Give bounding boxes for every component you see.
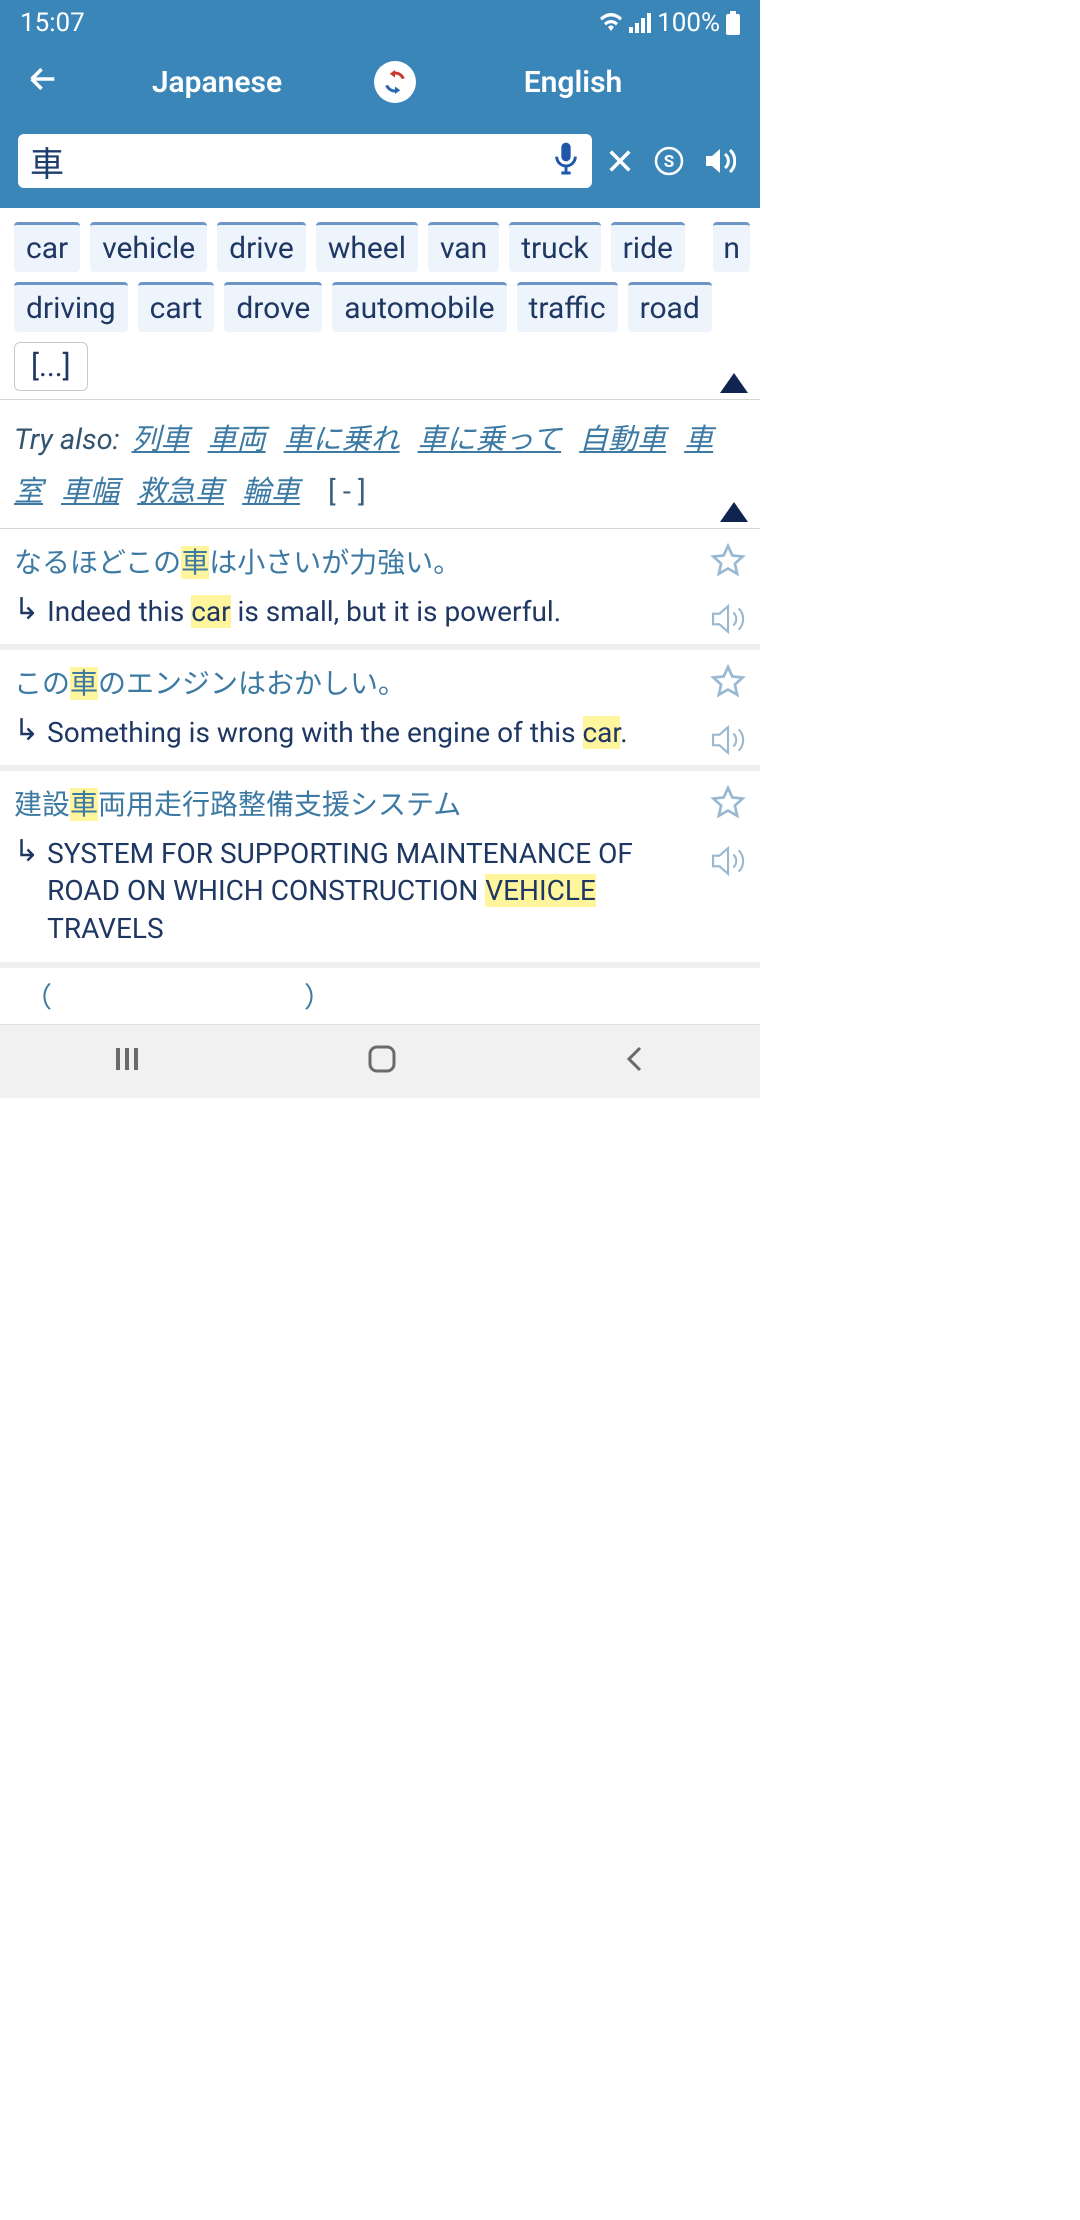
speaker-icon[interactable] [710,603,746,639]
example-row: なるほどこの車は小さいが力強い。 ↳Indeed this car is smal… [0,529,760,650]
search-input[interactable] [30,142,552,181]
try-also-collapse[interactable]: [ - ] [322,475,366,509]
swap-languages-button[interactable] [374,61,416,103]
translation-chip[interactable]: ride [611,222,685,272]
arrow-icon: ↳ [14,714,39,746]
example-japanese: この車のエンジンはおかしい。 [14,664,746,703]
star-icon[interactable] [710,785,746,825]
try-also-link[interactable]: 車幅 [61,475,119,509]
try-also-link[interactable]: 自動車 [579,423,666,457]
star-icon[interactable] [710,664,746,704]
example-japanese: 建設車両用走行路整備支援システム [14,785,746,824]
example-japanese: なるほどこの車は小さいが力強い。 [14,543,746,582]
translation-chip[interactable]: road [628,282,712,332]
status-right: 100% [599,8,740,38]
translation-chip[interactable]: vehicle [90,222,207,272]
try-also-label: Try also: [14,423,120,457]
translation-chip[interactable]: drive [217,222,306,272]
status-bar: 15:07 100% [0,0,760,46]
translation-chip[interactable]: cart [138,282,215,332]
translations-section: carvehicledrivewheelvantruckride drivingc… [0,208,760,400]
arrow-icon: ↳ [14,593,39,625]
speaker-icon[interactable] [710,845,746,881]
content-area: carvehicledrivewheelvantruckride drivingc… [0,208,760,1024]
more-chip[interactable]: [...] [14,342,88,391]
back-nav-button[interactable] [623,1045,647,1077]
example-english: SYSTEM FOR SUPPORTING MAINTENANCE OF ROA… [47,835,746,948]
examples-list: なるほどこの車は小さいが力強い。↳Indeed this car is smal… [0,529,760,968]
android-navbar [0,1024,760,1098]
translation-chip[interactable]: truck [509,222,600,272]
try-also-link[interactable]: 救急車 [137,475,224,509]
translation-chip[interactable]: car [14,222,80,272]
status-battery: 100% [657,8,720,38]
speaker-icon[interactable] [710,724,746,760]
translation-chip[interactable]: van [428,222,499,272]
clear-button[interactable] [606,147,634,175]
source-language[interactable]: Japanese [60,65,374,100]
s-badge-icon[interactable]: S [654,146,684,176]
speaker-icon[interactable] [704,146,736,176]
translation-chip[interactable]: drove [224,282,322,332]
home-button[interactable] [367,1044,397,1078]
app-header: Japanese English S [0,46,760,208]
search-box[interactable] [18,134,592,188]
microphone-icon[interactable] [552,141,580,181]
example-row: 建設車両用走行路整備支援システム ↳SYSTEM FOR SUPPORTING M… [0,771,760,968]
target-language[interactable]: English [416,65,730,100]
translation-chip[interactable]: automobile [332,282,506,332]
try-also-link[interactable]: 車に乗れ [284,423,400,457]
example-english: Indeed this car is small, but it is powe… [47,593,746,631]
arrow-icon: ↳ [14,835,39,867]
example-row-partial: （ ） [0,968,760,1024]
try-also-link[interactable]: 列車 [132,423,190,457]
back-button[interactable] [18,59,60,106]
wifi-icon [599,13,623,33]
example-row: この車のエンジンはおかしい。 ↳Something is wrong with t… [0,650,760,771]
recent-apps-button[interactable] [113,1045,141,1077]
battery-icon [726,11,740,35]
star-icon[interactable] [710,543,746,583]
signal-icon [629,13,651,33]
translation-chip[interactable]: traffic [517,282,618,332]
translation-chip[interactable]: driving [14,282,128,332]
try-also-section: Try also: 列車車両車に乗れ車に乗って自動車車室車幅救急車輪車 [ - … [0,400,760,529]
try-also-link[interactable]: 輪車 [242,475,300,509]
try-also-link[interactable]: 車に乗って [418,423,562,457]
svg-text:S: S [664,152,674,172]
try-also-link[interactable]: 車両 [208,423,266,457]
translation-chip[interactable]: wheel [316,222,418,272]
collapse-icon[interactable] [720,502,748,522]
example-english: Something is wrong with the engine of th… [47,714,746,752]
collapse-icon[interactable] [720,373,748,393]
status-time: 15:07 [20,8,85,38]
pos-tag-chip[interactable]: n [713,222,750,272]
